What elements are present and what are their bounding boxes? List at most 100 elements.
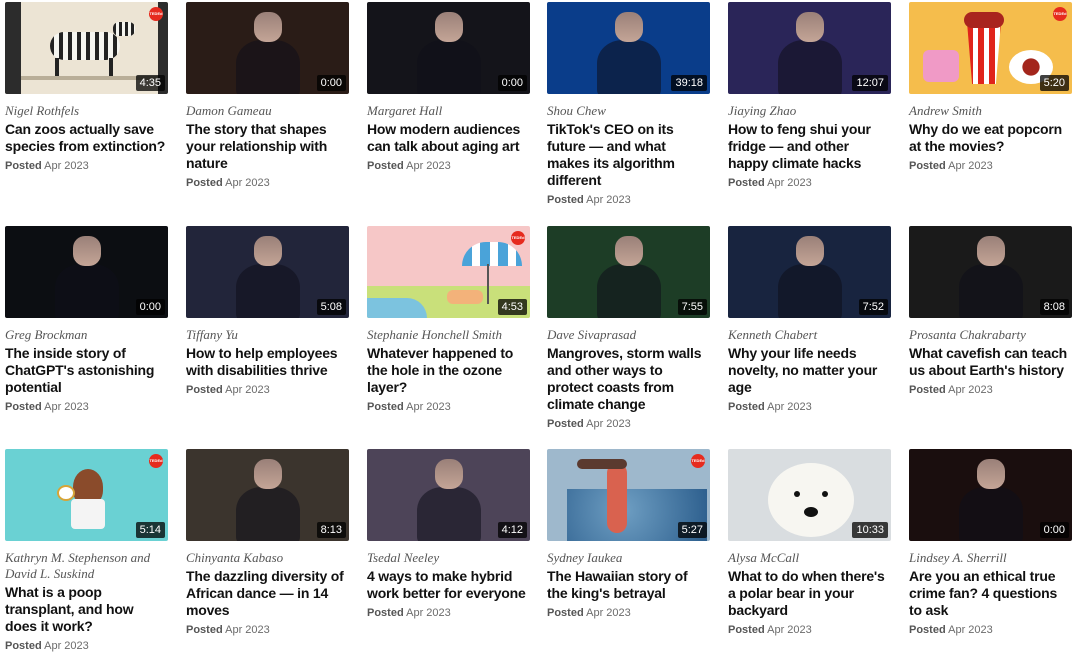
speaker-name: Greg Brockman: [5, 327, 88, 342]
video-card[interactable]: TEDEd 5:27 Sydney Iaukea The Hawaiian story…: [547, 449, 710, 620]
video-title-link[interactable]: The dazzling diversity of African dance …: [186, 568, 349, 619]
video-title-link[interactable]: How to help employees with disabilities …: [186, 345, 349, 379]
duration-badge: 0:00: [1039, 522, 1069, 538]
video-title-link[interactable]: The Hawaiian story of the king's betraya…: [547, 568, 710, 602]
video-title-link[interactable]: TikTok's CEO on its future — and what ma…: [547, 121, 710, 189]
video-thumbnail[interactable]: TEDEd 5:14: [5, 449, 168, 541]
video-card[interactable]: 5:08 Tiffany Yu How to help employees with…: [186, 226, 349, 397]
video-title-link[interactable]: What to do when there's a polar bear in …: [728, 568, 891, 619]
duration-badge: 8:08: [1039, 299, 1069, 315]
video-card[interactable]: 39:18 Shou Chew TikTok's CEO on its future…: [547, 2, 710, 207]
speaker-name: Prosanta Chakrabarty: [909, 327, 1026, 342]
posted-date: Posted Apr 2023: [728, 623, 891, 637]
speaker-name: Sydney Iaukea: [547, 550, 623, 565]
posted-date: Posted Apr 2023: [728, 176, 891, 190]
video-thumbnail[interactable]: 4:12: [367, 449, 530, 541]
speaker-name: Tiffany Yu: [186, 327, 238, 342]
posted-label: Posted: [909, 624, 946, 636]
video-card[interactable]: 8:13 Chinyanta Kabaso The dazzling diversi…: [186, 449, 349, 637]
video-card[interactable]: 7:52 Kenneth Chabert Why your life needs n…: [728, 226, 891, 414]
video-thumbnail[interactable]: 8:08: [909, 226, 1072, 318]
speaker-name: Dave Sivaprasad: [547, 327, 637, 342]
posted-date-value: Apr 2023: [41, 401, 89, 413]
video-title-link[interactable]: How modern audiences can talk about agin…: [367, 121, 530, 155]
duration-badge: 12:07: [852, 75, 888, 91]
speaker-name: Stephanie Honchell Smith: [367, 327, 503, 342]
speaker-name: Andrew Smith: [909, 103, 982, 118]
video-title-link[interactable]: Why your life needs novelty, no matter y…: [728, 345, 891, 396]
posted-label: Posted: [547, 194, 584, 206]
video-thumbnail[interactable]: TEDEd 4:53: [367, 226, 530, 318]
posted-date-value: Apr 2023: [403, 401, 451, 413]
posted-date-value: Apr 2023: [583, 194, 631, 206]
posted-date-value: Apr 2023: [764, 177, 812, 189]
video-title-link[interactable]: The story that shapes your relationship …: [186, 121, 349, 172]
posted-date-value: Apr 2023: [945, 384, 993, 396]
video-title-link[interactable]: What is a poop transplant, and how does …: [5, 584, 168, 635]
video-card[interactable]: TEDEd 4:35 Nigel Rothfels Can zoos actually…: [5, 2, 168, 173]
duration-badge: 39:18: [671, 75, 707, 91]
posted-label: Posted: [547, 418, 584, 430]
ted-ed-logo-icon: TEDEd: [691, 454, 705, 468]
video-card[interactable]: TEDEd 5:20 Andrew Smith Why do we eat popco…: [909, 2, 1072, 173]
video-thumbnail[interactable]: 0:00: [186, 2, 349, 94]
posted-date-value: Apr 2023: [41, 160, 89, 172]
duration-badge: 8:13: [316, 522, 346, 538]
posted-date-value: Apr 2023: [222, 177, 270, 189]
video-card[interactable]: 10:33 Alysa McCall What to do when there's…: [728, 449, 891, 637]
video-card[interactable]: 4:12 Tsedal Neeley 4 ways to make hybrid w…: [367, 449, 530, 620]
video-thumbnail[interactable]: 8:13: [186, 449, 349, 541]
video-card[interactable]: TEDEd 4:53 Stephanie Honchell Smith Whateve…: [367, 226, 530, 414]
video-thumbnail[interactable]: 39:18: [547, 2, 710, 94]
video-title-link[interactable]: The inside story of ChatGPT's astonishin…: [5, 345, 168, 396]
video-thumbnail[interactable]: 0:00: [367, 2, 530, 94]
posted-date-value: Apr 2023: [764, 401, 812, 413]
video-thumbnail[interactable]: 7:55: [547, 226, 710, 318]
posted-date-value: Apr 2023: [222, 624, 270, 636]
speaker-name: Kathryn M. Stephenson and David L. Suski…: [5, 550, 151, 581]
video-thumbnail[interactable]: 0:00: [5, 226, 168, 318]
posted-label: Posted: [186, 177, 223, 189]
speaker-name: Shou Chew: [547, 103, 606, 118]
posted-date: Posted Apr 2023: [547, 606, 710, 620]
video-card[interactable]: TEDEd 5:14 Kathryn M. Stephenson and David…: [5, 449, 168, 653]
video-thumbnail[interactable]: 0:00: [909, 449, 1072, 541]
ted-ed-logo-icon: TEDEd: [1053, 7, 1067, 21]
video-title-link[interactable]: How to feng shui your fridge — and other…: [728, 121, 891, 172]
video-card[interactable]: 0:00 Lindsey A. Sherrill Are you an ethica…: [909, 449, 1072, 637]
posted-label: Posted: [547, 607, 584, 619]
video-thumbnail[interactable]: 12:07: [728, 2, 891, 94]
duration-badge: 0:00: [497, 75, 527, 91]
video-card[interactable]: 0:00 Greg Brockman The inside story of Cha…: [5, 226, 168, 414]
video-title-link[interactable]: 4 ways to make hybrid work better for ev…: [367, 568, 530, 602]
duration-badge: 0:00: [135, 299, 165, 315]
video-thumbnail[interactable]: 5:08: [186, 226, 349, 318]
posted-date-value: Apr 2023: [41, 640, 89, 652]
video-card[interactable]: 7:55 Dave Sivaprasad Mangroves, storm wall…: [547, 226, 710, 431]
video-card[interactable]: 12:07 Jiaying Zhao How to feng shui your f…: [728, 2, 891, 190]
video-card[interactable]: 0:00 Margaret Hall How modern audiences ca…: [367, 2, 530, 173]
video-title-link[interactable]: Are you an ethical true crime fan? 4 que…: [909, 568, 1072, 619]
video-card[interactable]: 8:08 Prosanta Chakrabarty What cavefish ca…: [909, 226, 1072, 397]
video-title-link[interactable]: Can zoos actually save species from exti…: [5, 121, 168, 155]
duration-badge: 5:14: [135, 522, 165, 538]
video-title-link[interactable]: Mangroves, storm walls and other ways to…: [547, 345, 710, 413]
video-thumbnail[interactable]: 10:33: [728, 449, 891, 541]
posted-date-value: Apr 2023: [945, 624, 993, 636]
posted-date: Posted Apr 2023: [186, 176, 349, 190]
posted-date: Posted Apr 2023: [186, 623, 349, 637]
video-thumbnail[interactable]: TEDEd 5:20: [909, 2, 1072, 94]
video-title-link[interactable]: What cavefish can teach us about Earth's…: [909, 345, 1072, 379]
posted-date: Posted Apr 2023: [909, 623, 1072, 637]
posted-date: Posted Apr 2023: [367, 400, 530, 414]
video-thumbnail[interactable]: TEDEd 5:27: [547, 449, 710, 541]
video-title-link[interactable]: Why do we eat popcorn at the movies?: [909, 121, 1072, 155]
video-card[interactable]: 0:00 Damon Gameau The story that shapes yo…: [186, 2, 349, 190]
video-title-link[interactable]: Whatever happened to the hole in the ozo…: [367, 345, 530, 396]
duration-badge: 5:27: [677, 522, 707, 538]
duration-badge: 4:35: [135, 75, 165, 91]
video-thumbnail[interactable]: 7:52: [728, 226, 891, 318]
speaker-name: Lindsey A. Sherrill: [909, 550, 1007, 565]
posted-date-value: Apr 2023: [403, 160, 451, 172]
video-thumbnail[interactable]: TEDEd 4:35: [5, 2, 168, 94]
